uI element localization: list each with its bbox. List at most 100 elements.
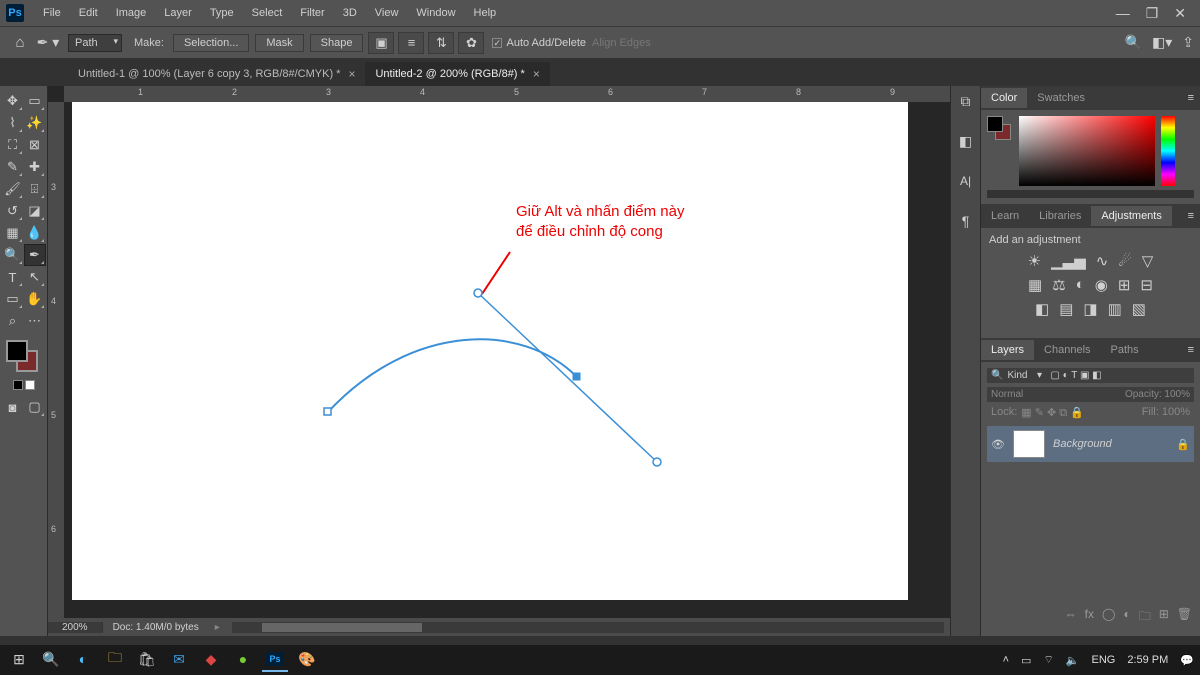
notifications-icon[interactable]: 💬 [1180, 654, 1194, 667]
gradmap-adj-icon[interactable]: ▥ [1108, 300, 1122, 318]
zoom-tool[interactable]: ⌕ [2, 310, 24, 332]
frame-tool[interactable]: ⊠ [24, 134, 46, 156]
home-button[interactable]: ⌂ [6, 32, 34, 54]
gradient-tool[interactable]: ▦ [2, 222, 24, 244]
paragraph-panel-icon[interactable]: ¶ [954, 210, 978, 232]
menu-image[interactable]: Image [107, 7, 156, 19]
photoshop-app-icon[interactable]: Ps [262, 648, 288, 672]
blend-mode-select[interactable]: Normal [991, 389, 1023, 400]
fx-icon[interactable]: fx [1085, 607, 1094, 628]
properties-panel-icon[interactable]: ◧ [954, 130, 978, 152]
layer-thumbnail[interactable] [1013, 430, 1045, 458]
zoom-level[interactable]: 200% [48, 622, 103, 633]
invert-adj-icon[interactable]: ◧ [1035, 300, 1049, 318]
move-tool[interactable]: ✥ [2, 90, 24, 112]
gear-icon[interactable]: ✿ [458, 32, 484, 54]
pen-tool[interactable]: ✒ [24, 244, 46, 266]
pen-tool-icon[interactable]: ✒ ▾ [34, 34, 62, 51]
eraser-tool[interactable]: ◪ [24, 200, 46, 222]
default-colors-button[interactable] [13, 380, 35, 390]
battery-icon[interactable]: ▭ [1021, 654, 1031, 667]
history-brush-tool[interactable]: ↺ [2, 200, 24, 222]
blur-tool[interactable]: 💧 [24, 222, 46, 244]
color-panel-swatch[interactable] [987, 116, 1013, 146]
close-icon[interactable]: × [533, 67, 540, 81]
link-layers-icon[interactable]: ⇔ [1065, 607, 1077, 628]
tangent-handle-end-2[interactable] [653, 458, 661, 466]
chanmix-adj-icon[interactable]: ⊞ [1118, 276, 1131, 294]
photofilter-adj-icon[interactable]: ◉ [1095, 276, 1108, 294]
layer-row-background[interactable]: 👁 Background 🔒 [987, 426, 1194, 462]
path-select-tool[interactable]: ↖ [24, 266, 46, 288]
tab-libraries[interactable]: Libraries [1029, 206, 1091, 226]
clock[interactable]: 2:59 PM [1127, 654, 1168, 666]
menu-select[interactable]: Select [243, 7, 292, 19]
volume-icon[interactable]: 🔈 [1066, 654, 1080, 667]
tab-paths[interactable]: Paths [1101, 340, 1149, 360]
type-tool[interactable]: T [2, 266, 24, 288]
chevron-right-icon[interactable]: ▸ [209, 622, 226, 633]
new-layer-icon[interactable]: ⊞ [1159, 607, 1169, 628]
mask-icon[interactable]: ◯ [1102, 607, 1115, 628]
eyedropper-tool[interactable]: ✎ [2, 156, 24, 178]
hand-tool[interactable]: ✋ [24, 288, 46, 310]
exposure-adj-icon[interactable]: ☄ [1118, 252, 1131, 270]
horizontal-scrollbar[interactable] [232, 622, 944, 633]
foreground-background-swatch[interactable] [6, 340, 42, 376]
fill-value[interactable]: 100% [1162, 406, 1190, 418]
layer-name[interactable]: Background [1053, 438, 1112, 450]
menu-view[interactable]: View [366, 7, 408, 19]
panel-menu-icon[interactable]: ≡ [1182, 92, 1200, 104]
make-selection-button[interactable]: Selection... [173, 34, 249, 52]
panel-menu-icon[interactable]: ≡ [1182, 210, 1200, 222]
stamp-tool[interactable]: ⌹ [24, 178, 46, 200]
foreground-color-swatch[interactable] [6, 340, 28, 362]
close-icon[interactable]: × [348, 67, 355, 81]
window-close-button[interactable]: ✕ [1174, 5, 1186, 22]
crop-tool[interactable]: ⛶ [2, 134, 24, 156]
colorbal-adj-icon[interactable]: ⚖ [1052, 276, 1065, 294]
history-panel-icon[interactable]: ⧉ [954, 90, 978, 112]
make-shape-button[interactable]: Shape [310, 34, 364, 52]
app-icon-2[interactable]: ● [230, 648, 256, 672]
anchor-point-selected[interactable] [573, 373, 580, 380]
menu-type[interactable]: Type [201, 7, 243, 19]
menu-layer[interactable]: Layer [155, 7, 201, 19]
path-align-icon[interactable]: ≡ [398, 32, 424, 54]
levels-adj-icon[interactable]: ▁▃▅ [1051, 252, 1086, 270]
threshold-adj-icon[interactable]: ◨ [1083, 300, 1097, 318]
canvas[interactable]: Giữ Alt và nhấn điểm này để điều chỉnh đ… [72, 102, 908, 600]
tab-color[interactable]: Color [981, 88, 1027, 108]
menu-file[interactable]: File [34, 7, 70, 19]
brush-tool[interactable]: 🖌 [2, 178, 24, 200]
store-app-icon[interactable]: 🛍 [134, 648, 160, 672]
blend-mode-row[interactable]: NormalOpacity: 100% [987, 387, 1194, 402]
curves-adj-icon[interactable]: ∿ [1096, 252, 1109, 270]
tab-channels[interactable]: Channels [1034, 340, 1100, 360]
tab-adjustments[interactable]: Adjustments [1091, 206, 1172, 226]
vibrance-adj-icon[interactable]: ▽ [1142, 252, 1154, 270]
tab-swatches[interactable]: Swatches [1027, 88, 1095, 108]
wand-tool[interactable]: ✨ [24, 112, 46, 134]
app-icon-1[interactable]: ◆ [198, 648, 224, 672]
app-icon-3[interactable]: 🎨 [294, 648, 320, 672]
tab-learn[interactable]: Learn [981, 206, 1029, 226]
edit-toolbar[interactable]: ⋯ [24, 310, 46, 332]
panel-menu-icon[interactable]: ≡ [1182, 344, 1200, 356]
mail-app-icon[interactable]: ✉ [166, 648, 192, 672]
opacity-value[interactable]: 100% [1164, 389, 1190, 400]
start-button[interactable]: ⊞ [6, 648, 32, 672]
lasso-tool[interactable]: ⌇ [2, 112, 24, 134]
quick-mask-button[interactable]: ◙ [2, 396, 24, 418]
tangent-handle-end-1[interactable] [474, 289, 482, 297]
window-minimize-button[interactable]: — [1116, 5, 1130, 22]
color-slider-track[interactable] [987, 190, 1194, 198]
wifi-icon[interactable]: ⌔ [1043, 653, 1053, 667]
menu-3d[interactable]: 3D [334, 7, 366, 19]
dodge-tool[interactable]: 🔍 [2, 244, 24, 266]
color-field[interactable] [1019, 116, 1155, 186]
layer-filter-bar[interactable]: 🔍 Kind ▾ ▢ ◐ T ▣ ◧ [987, 368, 1194, 383]
tray-chevron-icon[interactable]: ˄ [1003, 654, 1009, 666]
anchor-point-start[interactable] [324, 408, 331, 415]
character-panel-icon[interactable]: A| [954, 170, 978, 192]
